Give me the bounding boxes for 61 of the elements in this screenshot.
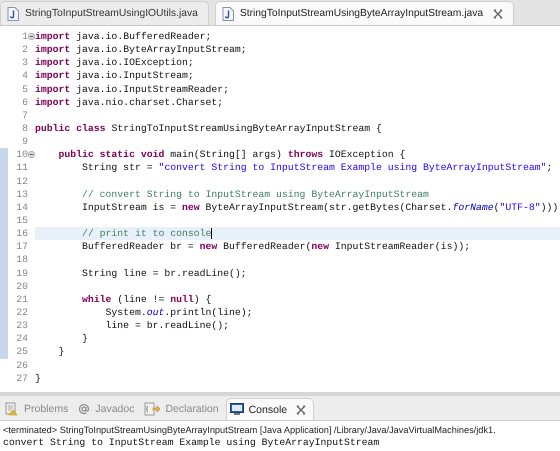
close-icon[interactable]	[296, 404, 306, 414]
code-line: public class StringToInputStreamUsingByteArrayInputStream {	[35, 122, 383, 136]
java-file-icon	[7, 6, 19, 20]
java-file-icon	[222, 6, 234, 20]
close-icon[interactable]	[493, 8, 504, 18]
line-number: 12	[15, 176, 28, 187]
line-number: 8	[21, 123, 28, 134]
line-number: 13	[15, 188, 28, 200]
line-number: 25	[15, 346, 28, 358]
code-line: }	[81, 332, 89, 346]
line-number: 7	[21, 110, 28, 121]
editor-tab[interactable]: StringToInputStreamUsingByteArrayInputStream.java	[214, 1, 514, 25]
line-number: 24	[15, 333, 28, 344]
line-number: 26	[15, 360, 28, 371]
code-line: }	[35, 372, 42, 385]
problems-icon	[5, 402, 19, 416]
line-number: 17	[15, 241, 28, 252]
line-number: 6	[21, 96, 28, 108]
line-number: 23	[15, 320, 28, 332]
line-number: 21	[15, 294, 28, 305]
collapse-icon[interactable]	[28, 151, 35, 158]
panel-tab[interactable]: Console	[226, 398, 314, 420]
console-status: <terminated> StringToInputStreamUsingByteArrayInputStream [Java Application] /Library/Java/JavaVirtualMachines/jdk1.	[2, 424, 497, 435]
line-number: 15	[15, 215, 28, 226]
line-number: 16	[15, 228, 28, 240]
code-line: BufferedReader br = new BufferedReader(new InputStreamReader(is));	[81, 240, 472, 254]
code-line: import java.io.InputStream;	[35, 69, 195, 83]
code-line: String line = br.readLine();	[81, 266, 248, 280]
line-number: 3	[21, 57, 28, 68]
code-line: while (line != null) {	[81, 292, 212, 306]
code-line: import java.io.IOException;	[35, 56, 195, 70]
code-line: line = br.readLine();	[104, 319, 230, 332]
code-line: String str = "convert String to InputStream Example using ByteArrayInputStream";	[81, 161, 554, 175]
line-number: 18	[15, 254, 28, 266]
line-number: 11	[15, 162, 28, 174]
code-line: import java.nio.charset.Charset;	[35, 96, 224, 109]
line-number: 2	[21, 44, 28, 56]
console-output: convert String to InputStream Example using ByteArrayInputStream	[2, 436, 380, 448]
line-number: 27	[15, 372, 28, 384]
code-line: public static void main(String[] args) throws IOException {	[58, 148, 406, 162]
code-line: import java.io.InputStreamReader;	[35, 82, 230, 96]
code-line: import java.io.BufferedReader;	[35, 30, 212, 44]
declaration-icon	[144, 402, 160, 416]
line-number: 9	[21, 136, 28, 148]
line-number: 1	[21, 31, 28, 42]
code-line: import java.io.ByteArrayInputStream;	[35, 43, 248, 56]
code-line: System.out.println(line);	[104, 306, 254, 320]
line-number: 4	[21, 70, 28, 82]
line-number: 10	[15, 149, 28, 160]
line-number: 14	[15, 202, 28, 213]
line-number: 22	[15, 307, 28, 318]
editor-tab[interactable]: StringToInputStreamUsingIOUtils.java	[0, 1, 209, 25]
at-sign-icon	[78, 403, 90, 415]
line-number: 20	[15, 280, 28, 292]
collapse-icon[interactable]	[28, 33, 35, 40]
line-number: 19	[15, 268, 28, 279]
code-line: }	[58, 345, 66, 359]
line-number: 5	[21, 84, 28, 95]
code-line: // convert String to InputStream using ByteArrayInputStream	[81, 188, 430, 201]
code-line: InputStream is = new ByteArrayInputStream(str.getBytes(Charset.forName("UTF-8")));	[81, 200, 560, 214]
monitor-icon	[230, 403, 244, 416]
